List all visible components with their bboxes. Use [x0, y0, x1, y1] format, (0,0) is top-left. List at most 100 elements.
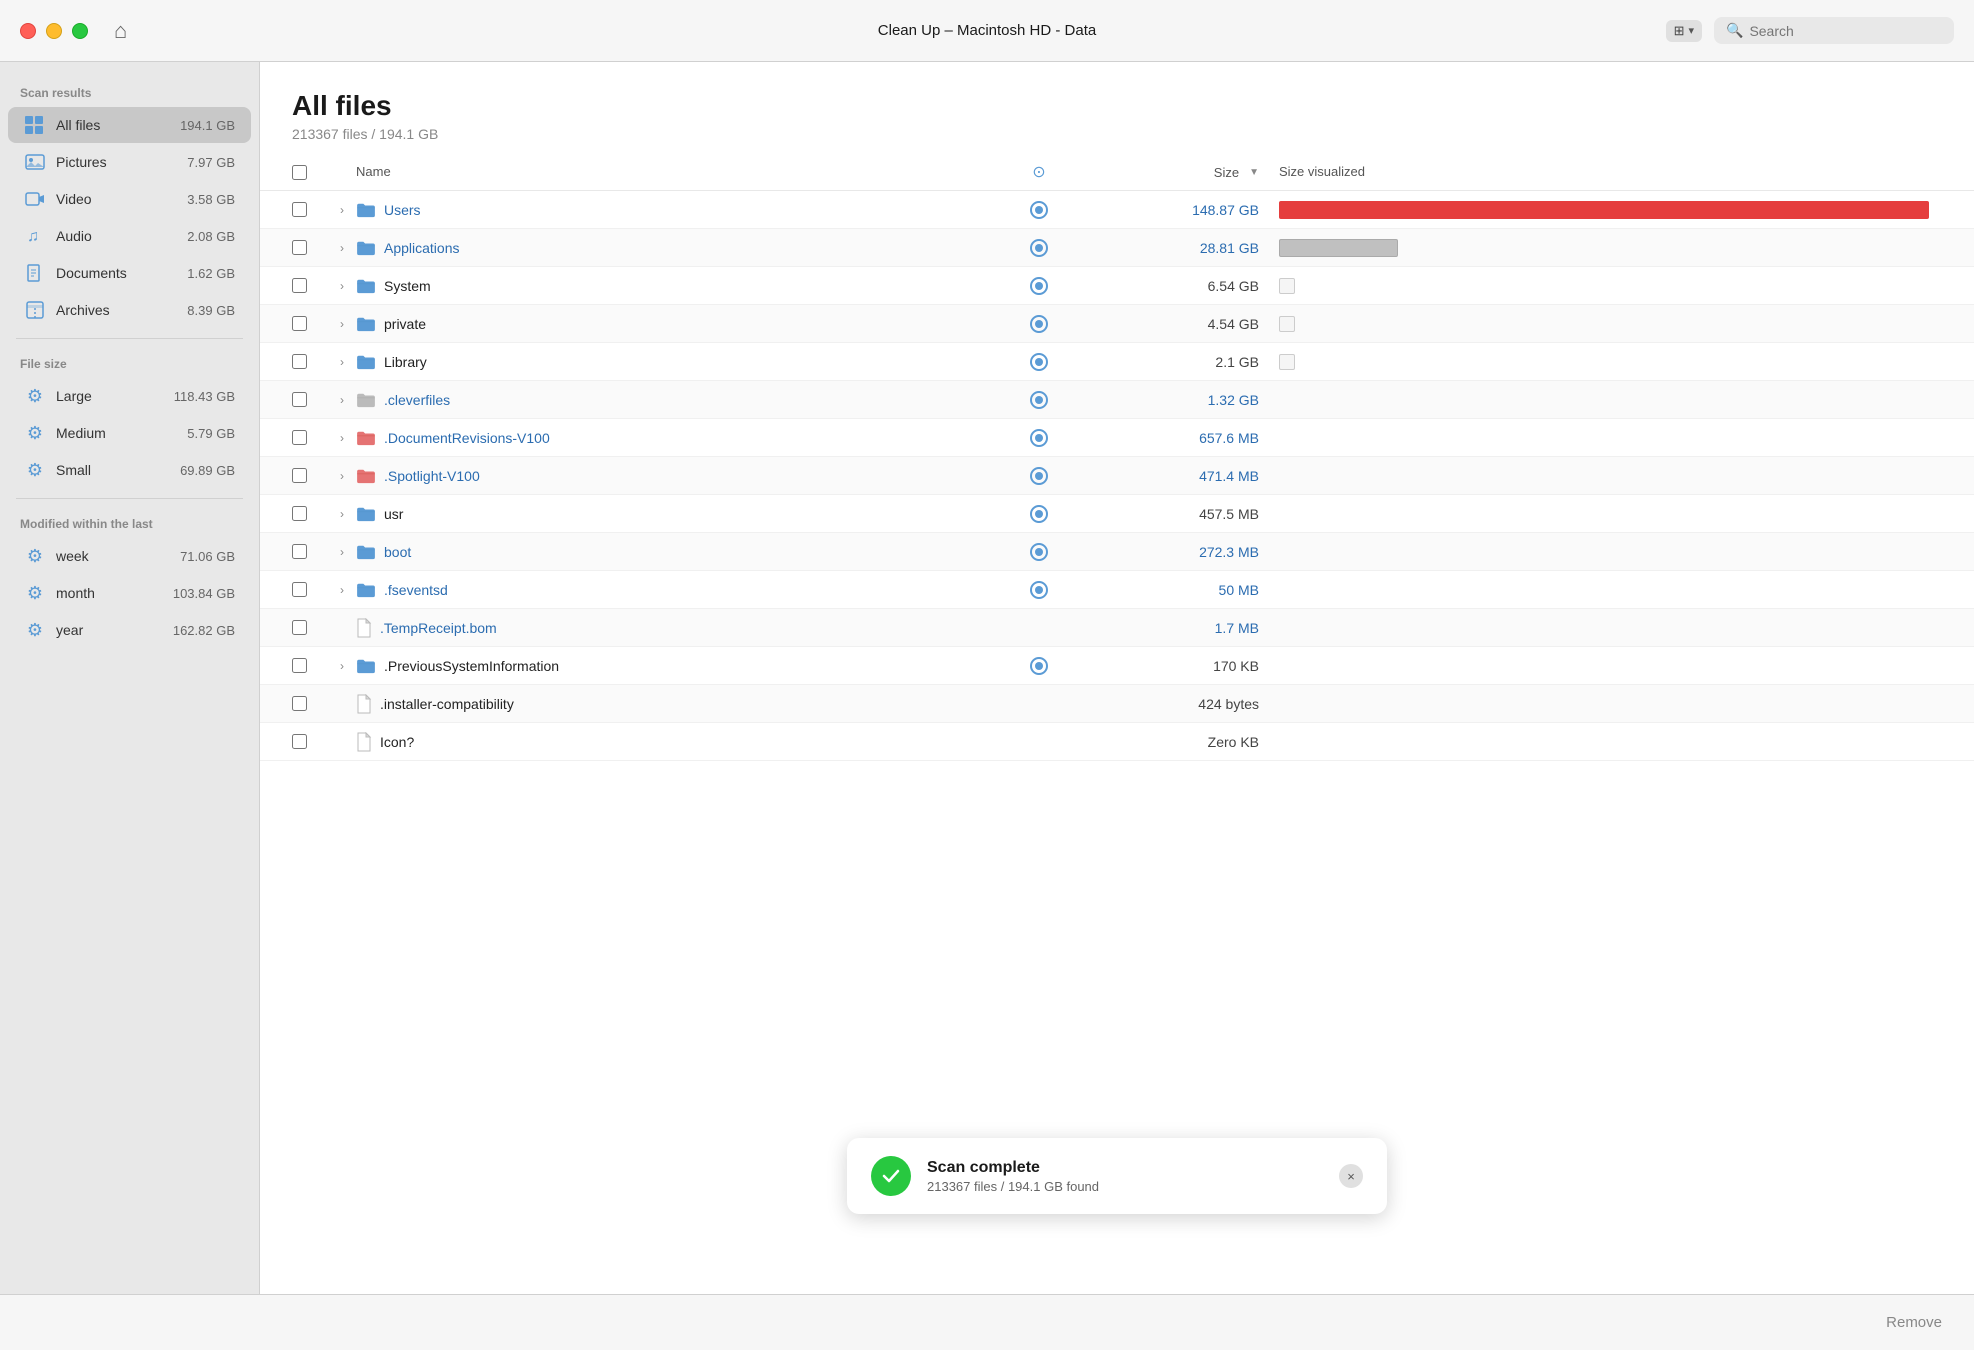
- pin-indicator[interactable]: [1019, 353, 1059, 371]
- sidebar-item-all-files[interactable]: All files 194.1 GB: [8, 107, 251, 143]
- row-checkbox-container[interactable]: [292, 354, 328, 369]
- pin-indicator[interactable]: [1019, 581, 1059, 599]
- pin-indicator[interactable]: [1019, 201, 1059, 219]
- table-row: › usr 457.5 MB: [260, 495, 1974, 533]
- sidebar-item-year[interactable]: ⚙ year 162.82 GB: [8, 612, 251, 648]
- sidebar-item-month[interactable]: ⚙ month 103.84 GB: [8, 575, 251, 611]
- row-checkbox[interactable]: [292, 316, 307, 331]
- pin-indicator[interactable]: [1019, 391, 1059, 409]
- row-checkbox[interactable]: [292, 620, 307, 635]
- row-checkbox[interactable]: [292, 354, 307, 369]
- scan-results-label: Scan results: [0, 78, 259, 106]
- row-checkbox-container[interactable]: [292, 202, 328, 217]
- sidebar-item-audio[interactable]: ♫ Audio 2.08 GB: [8, 218, 251, 254]
- sidebar-item-medium[interactable]: ⚙ Medium 5.79 GB: [8, 415, 251, 451]
- row-checkbox[interactable]: [292, 544, 307, 559]
- pin-indicator[interactable]: [1019, 315, 1059, 333]
- pin-indicator[interactable]: [1019, 239, 1059, 257]
- row-checkbox-container[interactable]: [292, 620, 328, 635]
- expand-icon[interactable]: ›: [328, 659, 356, 673]
- row-size: Zero KB: [1059, 734, 1259, 750]
- expand-icon[interactable]: ›: [328, 203, 356, 217]
- pin-indicator[interactable]: [1019, 429, 1059, 447]
- expand-icon[interactable]: ›: [328, 469, 356, 483]
- row-name: .TempReceipt.bom: [356, 618, 1019, 638]
- close-button[interactable]: [20, 23, 36, 39]
- sidebar-item-documents[interactable]: Documents 1.62 GB: [8, 255, 251, 291]
- row-checkbox-container[interactable]: [292, 240, 328, 255]
- select-all-check[interactable]: [292, 165, 328, 180]
- row-checkbox[interactable]: [292, 734, 307, 749]
- pictures-icon: [24, 151, 46, 173]
- pin-column-icon: ⊙: [1032, 164, 1045, 181]
- row-name: System: [356, 278, 1019, 294]
- expand-icon[interactable]: ›: [328, 545, 356, 559]
- search-bar[interactable]: 🔍: [1714, 17, 1954, 44]
- titlebar-center: Clean Up – Macintosh HD - Data: [878, 22, 1096, 39]
- expand-icon[interactable]: ›: [328, 241, 356, 255]
- sidebar-item-archives[interactable]: Archives 8.39 GB: [8, 292, 251, 328]
- row-checkbox-container[interactable]: [292, 430, 328, 445]
- row-checkbox[interactable]: [292, 240, 307, 255]
- row-checkbox[interactable]: [292, 658, 307, 673]
- sidebar-item-large[interactable]: ⚙ Large 118.43 GB: [8, 378, 251, 414]
- search-input[interactable]: [1749, 23, 1942, 39]
- row-name: Library: [356, 354, 1019, 370]
- modified-label: Modified within the last: [0, 509, 259, 537]
- expand-icon[interactable]: ›: [328, 317, 356, 331]
- row-checkbox-container[interactable]: [292, 506, 328, 521]
- row-viz: [1259, 354, 1942, 370]
- documents-size: 1.62 GB: [187, 266, 235, 281]
- table-row: › Applications 28.81 GB: [260, 229, 1974, 267]
- sidebar-item-pictures[interactable]: Pictures 7.97 GB: [8, 144, 251, 180]
- row-checkbox-container[interactable]: [292, 658, 328, 673]
- row-checkbox[interactable]: [292, 430, 307, 445]
- row-checkbox[interactable]: [292, 278, 307, 293]
- expand-icon[interactable]: ›: [328, 393, 356, 407]
- row-checkbox-container[interactable]: [292, 544, 328, 559]
- header-size[interactable]: Size ▼: [1059, 165, 1259, 180]
- small-label: Small: [56, 462, 170, 478]
- row-checkbox-container[interactable]: [292, 316, 328, 331]
- table-row: › .cleverfiles 1.32 GB: [260, 381, 1974, 419]
- row-checkbox[interactable]: [292, 582, 307, 597]
- row-checkbox-container[interactable]: [292, 582, 328, 597]
- expand-icon[interactable]: ›: [328, 279, 356, 293]
- sidebar-item-small[interactable]: ⚙ Small 69.89 GB: [8, 452, 251, 488]
- video-size: 3.58 GB: [187, 192, 235, 207]
- row-checkbox[interactable]: [292, 696, 307, 711]
- notification-close-button[interactable]: ×: [1339, 1164, 1363, 1188]
- header-name: Name: [356, 163, 1019, 181]
- minimize-button[interactable]: [46, 23, 62, 39]
- row-checkbox-container[interactable]: [292, 734, 328, 749]
- view-toggle[interactable]: ⊞ ▾: [1666, 20, 1702, 42]
- row-checkbox-container[interactable]: [292, 468, 328, 483]
- pin-indicator[interactable]: [1019, 657, 1059, 675]
- archives-size: 8.39 GB: [187, 303, 235, 318]
- expand-icon[interactable]: ›: [328, 583, 356, 597]
- pin-indicator[interactable]: [1019, 277, 1059, 295]
- row-checkbox[interactable]: [292, 506, 307, 521]
- pin-indicator[interactable]: [1019, 543, 1059, 561]
- row-checkbox-container[interactable]: [292, 278, 328, 293]
- row-checkbox[interactable]: [292, 468, 307, 483]
- maximize-button[interactable]: [72, 23, 88, 39]
- row-checkbox[interactable]: [292, 392, 307, 407]
- sidebar-item-video[interactable]: Video 3.58 GB: [8, 181, 251, 217]
- row-checkbox-container[interactable]: [292, 392, 328, 407]
- row-checkbox[interactable]: [292, 202, 307, 217]
- sidebar-item-week[interactable]: ⚙ week 71.06 GB: [8, 538, 251, 574]
- home-icon[interactable]: ⌂: [114, 18, 127, 44]
- select-all-checkbox[interactable]: [292, 165, 307, 180]
- row-checkbox-container[interactable]: [292, 696, 328, 711]
- row-name: Users: [356, 202, 1019, 218]
- expand-icon[interactable]: ›: [328, 355, 356, 369]
- notification-subtitle: 213367 files / 194.1 GB found: [927, 1179, 1323, 1194]
- expand-icon[interactable]: ›: [328, 431, 356, 445]
- pin-indicator[interactable]: [1019, 505, 1059, 523]
- documents-label: Documents: [56, 265, 177, 281]
- remove-button[interactable]: Remove: [1886, 1314, 1942, 1331]
- pin-indicator[interactable]: [1019, 467, 1059, 485]
- expand-icon[interactable]: ›: [328, 507, 356, 521]
- row-name-text: .TempReceipt.bom: [380, 620, 497, 636]
